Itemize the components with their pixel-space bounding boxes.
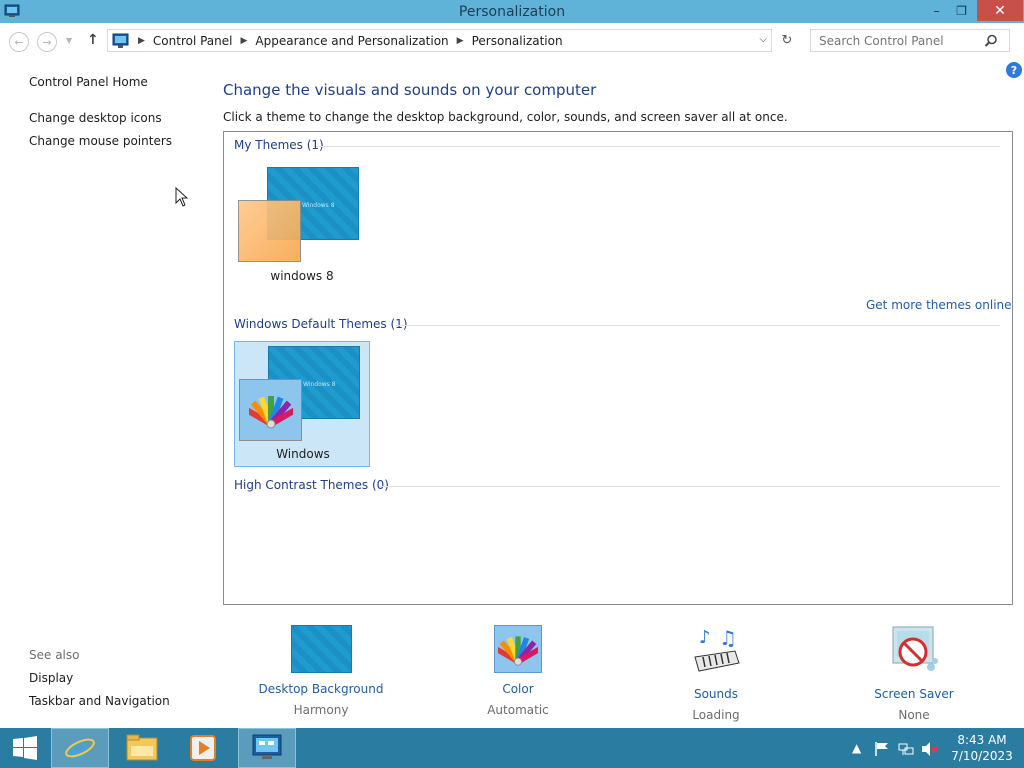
theme-windows-8[interactable]: Windows 8 windows 8	[234, 163, 370, 289]
screen-saver-button[interactable]: Screen Saver None	[834, 625, 994, 722]
breadcrumb-control-panel[interactable]: Control Panel	[153, 34, 233, 48]
desktop-background-value: Harmony	[293, 703, 349, 717]
color-button[interactable]: Color Automatic	[438, 625, 598, 717]
taskbar-internet-explorer[interactable]: e	[51, 728, 109, 768]
thumbnail-watermark: Windows 8	[303, 381, 336, 388]
theme-color-swatch	[239, 379, 302, 441]
svg-text:♪: ♪	[699, 627, 711, 648]
up-button[interactable]: ↑	[87, 32, 99, 48]
group-divider	[379, 486, 1000, 487]
back-arrow-icon: ←	[14, 35, 24, 49]
see-also-display-link[interactable]: Display	[29, 671, 73, 685]
window-title: Personalization	[458, 3, 566, 20]
control-panel-icon	[252, 734, 282, 759]
get-more-themes-link[interactable]: Get more themes online	[866, 298, 1012, 312]
forward-button[interactable]: →	[37, 32, 57, 52]
forward-arrow-icon: →	[42, 35, 52, 49]
group-high-contrast-themes: High Contrast Themes (0)	[234, 478, 389, 492]
start-button[interactable]	[0, 728, 50, 768]
screen-saver-value: None	[898, 708, 930, 722]
address-bar: ← → ▼ ↑ ▶ Control Panel ▶ Appearance and…	[0, 23, 1024, 59]
restore-button[interactable]: ❐	[948, 0, 975, 21]
taskbar-file-explorer[interactable]	[113, 728, 171, 768]
folder-icon	[126, 734, 158, 761]
sidebar-link-control-panel-home[interactable]: Control Panel Home	[29, 75, 148, 89]
page-subheading: Click a theme to change the desktop back…	[223, 110, 788, 124]
search-box[interactable]	[810, 29, 1010, 52]
sidebar-link-change-desktop-icons[interactable]: Change desktop icons	[29, 111, 162, 125]
see-also-label: See also	[29, 648, 80, 662]
theme-windows[interactable]: Windows 8 Windows	[234, 341, 370, 467]
search-input[interactable]	[819, 33, 984, 48]
breadcrumb-separator-icon: ▶	[456, 35, 464, 46]
sounds-title: Sounds	[693, 687, 739, 701]
screen-saver-icon	[892, 626, 938, 671]
svg-text:e: e	[69, 732, 87, 764]
desktop-background-button[interactable]: Desktop Background Harmony	[241, 625, 401, 717]
taskbar: e ▲ 8:43 AM 7/10/2023	[0, 728, 1024, 768]
sounds-icon: ♪ ♫	[694, 626, 740, 672]
action-center-flag-icon[interactable]	[874, 741, 890, 757]
windows-logo-icon	[13, 736, 37, 760]
sounds-button[interactable]: ♪ ♫ Sounds Loading	[636, 625, 796, 722]
themes-list[interactable]: My Themes (1) Windows 8 windows 8 Get mo…	[223, 131, 1013, 605]
breadcrumb-personalization[interactable]: Personalization	[472, 34, 563, 48]
group-default-themes: Windows Default Themes (1)	[234, 317, 408, 331]
taskbar-media-player[interactable]	[174, 728, 232, 768]
control-panel-small-icon	[112, 33, 129, 48]
color-palette-icon	[494, 625, 542, 673]
breadcrumb-separator-icon: ▶	[240, 35, 248, 46]
volume-muted-icon[interactable]	[921, 741, 939, 757]
page-heading: Change the visuals and sounds on your co…	[223, 81, 597, 99]
color-title: Color	[502, 682, 534, 696]
svg-text:♫: ♫	[719, 626, 737, 650]
clock-time: 8:43 AM	[957, 733, 1007, 747]
thumbnail-watermark: Windows 8	[302, 202, 335, 209]
theme-label: Windows	[276, 447, 330, 461]
sidebar-link-change-mouse-pointers[interactable]: Change mouse pointers	[29, 134, 172, 148]
color-fan-icon	[498, 636, 538, 666]
mouse-cursor-icon	[175, 187, 189, 207]
see-also-taskbar-link[interactable]: Taskbar and Navigation	[29, 694, 170, 708]
back-button[interactable]: ←	[9, 32, 29, 52]
tray-overflow-arrow[interactable]: ▲	[852, 728, 861, 768]
media-player-icon	[190, 735, 216, 761]
theme-color-swatch	[238, 200, 301, 262]
address-dropdown-icon[interactable]: ⌵	[759, 34, 767, 45]
refresh-icon: ↻	[781, 33, 793, 48]
color-value: Automatic	[487, 703, 549, 717]
group-my-themes: My Themes (1)	[234, 138, 324, 152]
help-icon[interactable]: ?	[1006, 62, 1022, 78]
breadcrumb-appearance[interactable]: Appearance and Personalization	[255, 34, 448, 48]
network-icon[interactable]	[898, 741, 914, 757]
close-button[interactable]: ✕	[977, 0, 1023, 21]
sounds-value: Loading	[692, 708, 740, 722]
taskbar-clock[interactable]: 8:43 AM 7/10/2023	[950, 732, 1014, 764]
control-panel-icon	[4, 4, 20, 17]
minimize-button[interactable]: –	[923, 0, 950, 21]
breadcrumb-separator-icon: ▶	[138, 35, 145, 46]
recent-locations-chevron-icon[interactable]: ▼	[66, 36, 72, 45]
address-box[interactable]: ▶ Control Panel ▶ Appearance and Persona…	[107, 29, 772, 52]
internet-explorer-icon: e	[65, 732, 95, 764]
title-bar: Personalization – ❐ ✕	[0, 0, 1024, 23]
color-palette-icon	[248, 396, 293, 429]
desktop-background-title: Desktop Background	[258, 682, 384, 696]
taskbar-control-panel[interactable]	[238, 728, 296, 768]
theme-label: windows 8	[270, 269, 334, 283]
screen-saver-title: Screen Saver	[874, 687, 954, 701]
clock-date: 7/10/2023	[951, 749, 1013, 763]
search-icon[interactable]	[984, 34, 998, 48]
refresh-button[interactable]: ↻	[776, 29, 798, 52]
up-arrow-icon: ↑	[87, 32, 99, 48]
group-divider	[316, 146, 1000, 147]
group-divider	[396, 325, 1000, 326]
desktop-background-icon	[290, 625, 352, 673]
